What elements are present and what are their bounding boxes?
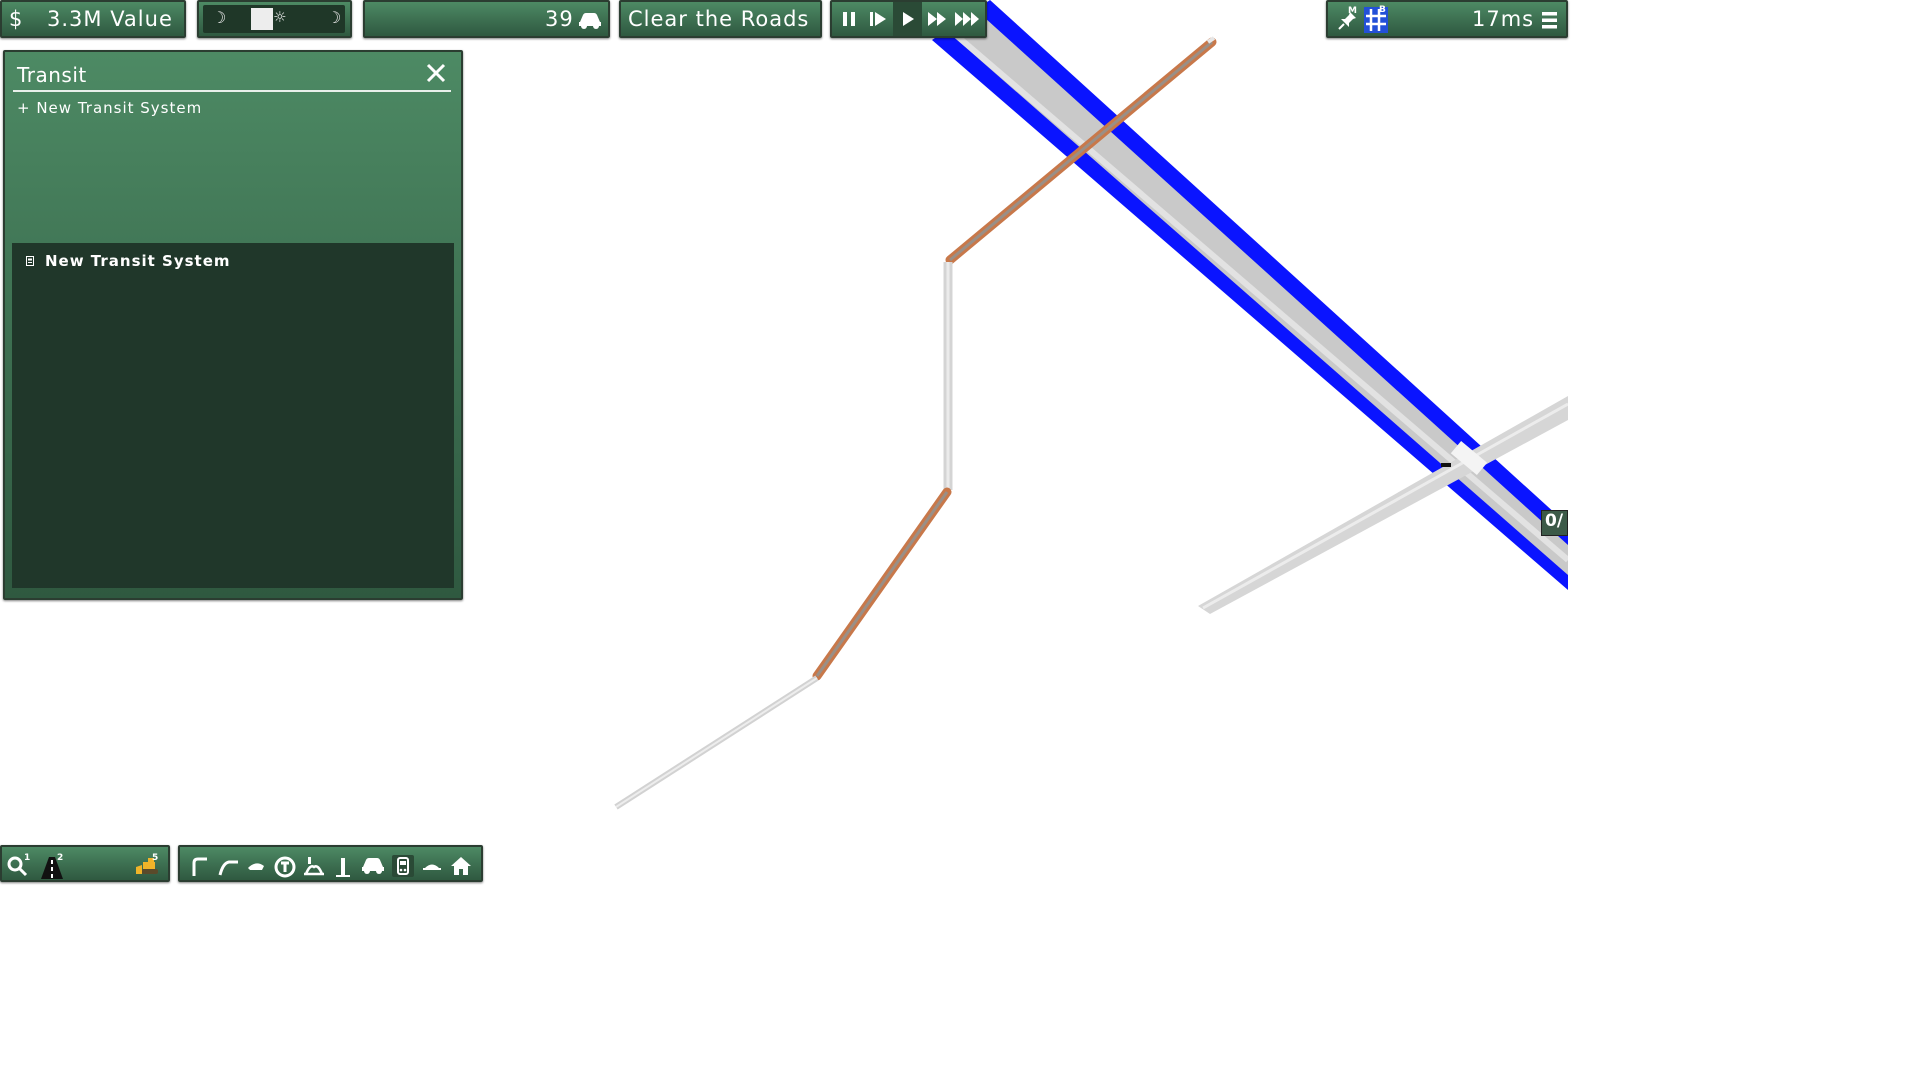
query-badge: 1 [24,853,31,863]
tower-tool[interactable] [332,855,354,877]
fastest-button[interactable] [952,2,984,36]
objective-panel[interactable]: Clear the Roads [619,0,822,38]
vehicle-tool[interactable] [360,855,386,877]
sun-icon: ☼ [273,8,287,26]
track-segment-southwest[interactable] [614,675,819,810]
transit-bus-icon [397,857,409,875]
fast-forward-icon [927,12,946,26]
curve-road-icon [192,857,207,876]
transit-tool[interactable] [392,855,414,877]
hamburger-menu-icon [1542,12,1557,29]
road-badge: 2 [57,853,64,863]
tower-icon [336,858,350,877]
list-item[interactable]: New Transit System [26,252,231,270]
close-button[interactable] [425,62,447,84]
fast-forward-button[interactable] [922,2,951,36]
transit-window[interactable]: Transit + New Transit System New Transit… [3,50,463,600]
play-icon [902,12,914,26]
time-of-day-panel[interactable]: ☽ ☼ ☽ [197,0,352,38]
city-value: 3.3M Value [47,7,173,31]
money-symbol: $ [9,7,24,31]
education-icon [274,856,296,878]
education-tool[interactable] [273,855,296,878]
time-slider-track[interactable]: ☽ ☼ ☽ [203,5,345,33]
home-icon [451,857,471,875]
objective-text: Clear the Roads [628,7,810,31]
car-tool-icon [362,858,384,874]
status-panel[interactable]: M B 17ms [1326,0,1568,38]
window-title: Transit [17,63,87,87]
park-icon [304,857,324,876]
bus-icon [26,255,34,266]
value-panel[interactable]: $ 3.3M Value [0,0,186,38]
menu-button[interactable] [1541,11,1558,30]
car-icon [579,13,601,29]
moon-icon: ☽ [212,8,227,27]
fastest-icon [955,12,979,26]
capacity-counter[interactable]: 0/ [1541,510,1568,536]
expressway[interactable] [932,0,1568,590]
tool-m-label: M [1348,6,1357,16]
capacity-counter-text: 0/ [1545,511,1564,531]
commercial-icon [423,864,441,870]
residential-tool[interactable] [245,855,267,877]
bottom-tools-toolbar[interactable] [178,845,483,882]
close-icon [426,63,446,83]
elevated-track-south[interactable] [812,487,952,681]
branch-road-icon [218,860,238,876]
transit-system-list[interactable]: New Transit System [12,243,454,588]
list-item-label: New Transit System [45,252,231,270]
time-slider-handle[interactable] [251,8,273,30]
home-tool[interactable] [450,855,472,877]
step-button[interactable] [863,2,892,36]
frame-time: 17ms [1472,7,1535,31]
step-icon [869,12,886,26]
tool-b-label: B [1379,5,1386,15]
new-transit-system-button[interactable]: + New Transit System [17,99,202,117]
bottom-left-toolbar[interactable]: 1 2 5 [0,845,170,882]
residential-icon [248,863,264,870]
vehicles-panel[interactable]: 39 [363,0,610,38]
pause-button[interactable] [834,2,863,36]
vehicle-count: 39 [545,7,574,31]
road-curve-tool[interactable] [189,855,211,877]
play-button[interactable] [893,2,922,36]
pause-icon [842,12,855,26]
title-divider [13,90,451,92]
speed-controls[interactable] [830,0,987,38]
bulldozer-badge: 5 [152,853,159,863]
commercial-tool[interactable] [421,855,443,877]
park-tool[interactable] [302,855,324,877]
road-branch-tool[interactable] [217,855,239,877]
moon-icon-right: ☽ [327,8,342,27]
